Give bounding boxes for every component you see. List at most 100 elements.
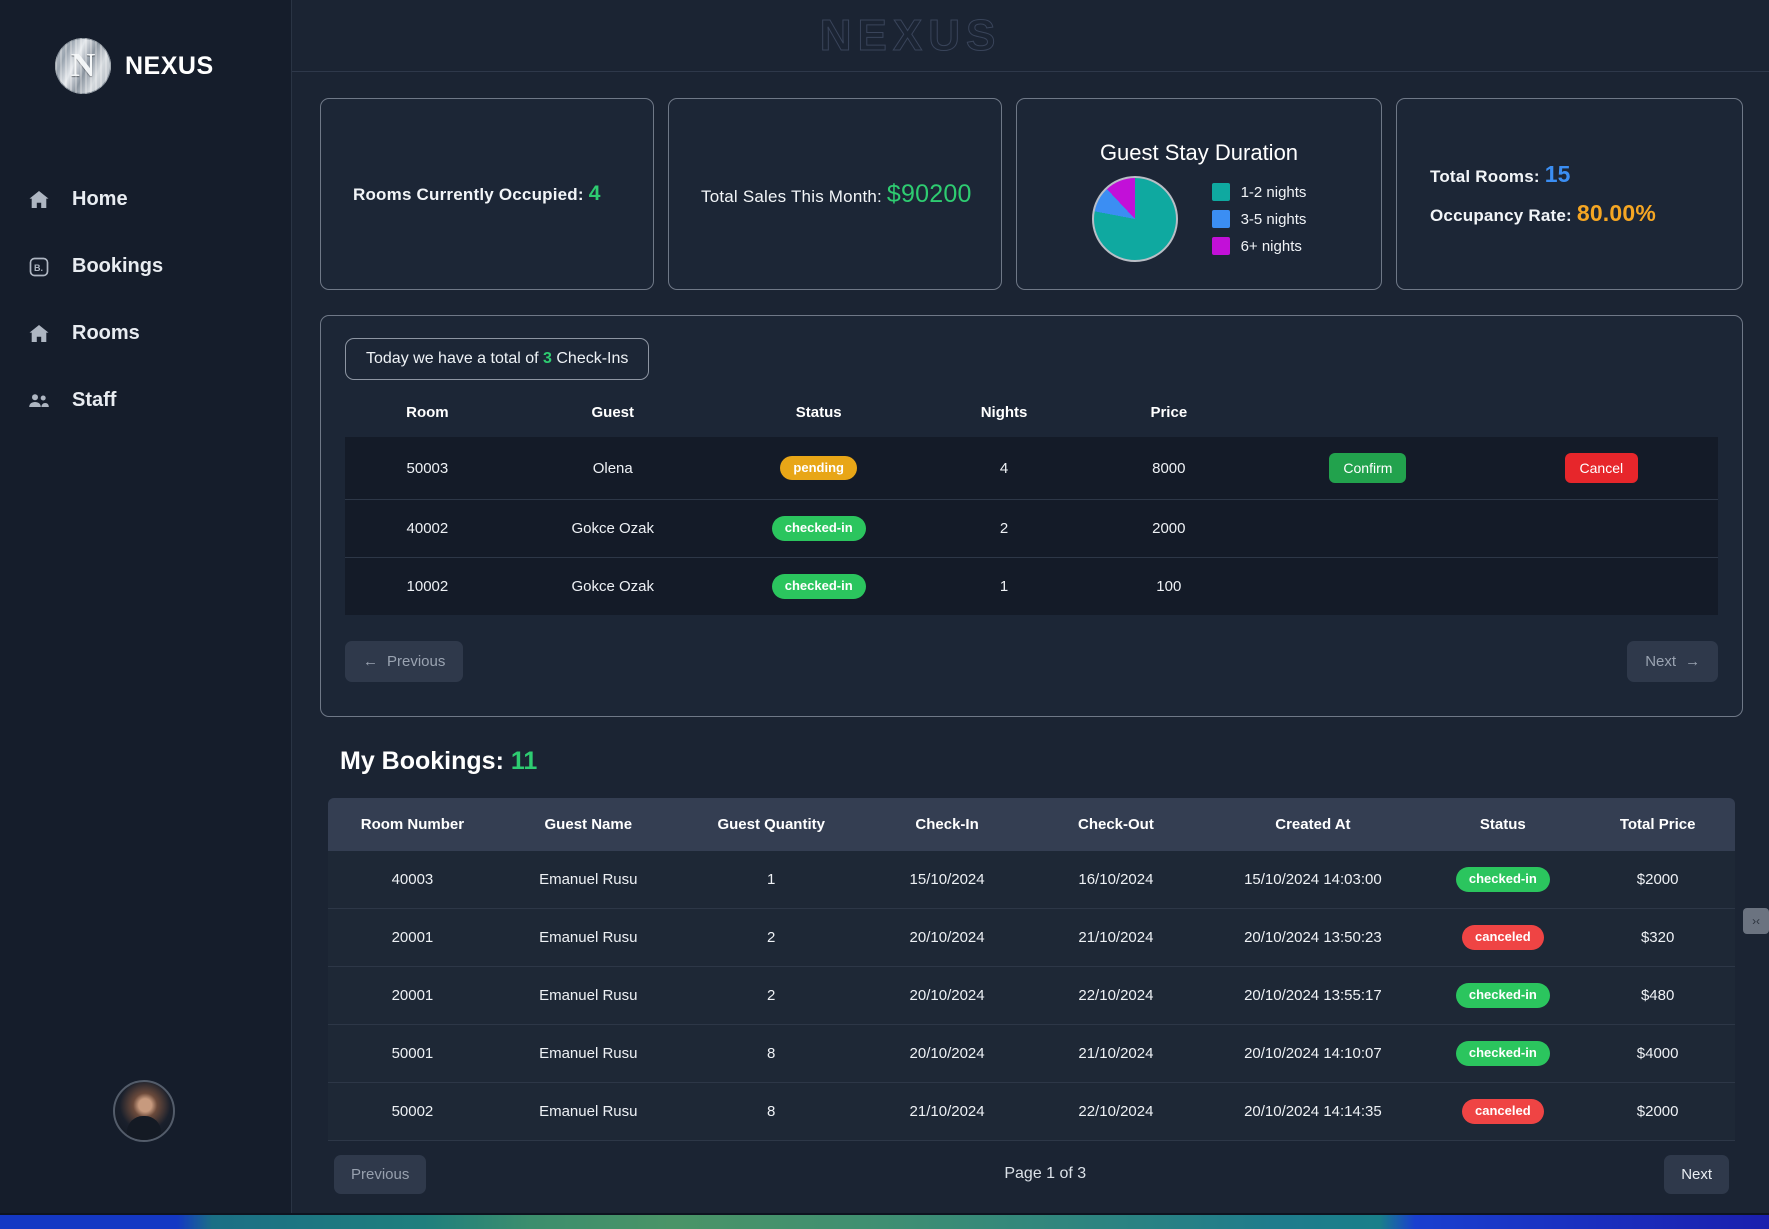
brand[interactable]: NEXUS (0, 0, 291, 94)
checkins-panel: Today we have a total of 3 Check-Ins Roo… (320, 315, 1744, 717)
cell-nights: 1 (921, 556, 1087, 615)
cell-created-at: 20/10/2024 13:50:23 (1200, 908, 1426, 967)
collapse-panel-icon[interactable]: ›‹ (1743, 908, 1769, 934)
legend-label: 3-5 nights (1240, 210, 1307, 228)
bookings-heading-count: 11 (510, 746, 538, 775)
sidebar-item-label: Staff (72, 389, 117, 411)
bookings-previous-button[interactable]: Previous (334, 1154, 427, 1194)
nexus-monogram-icon (55, 38, 111, 94)
cell-status: checked-in (715, 499, 922, 558)
cell-total-price: $2000 (1580, 1082, 1736, 1141)
cell-status: checked-in (1425, 850, 1581, 909)
cell-price: 8000 (1086, 437, 1252, 500)
table-row: 10002 Gokce Ozak checked-in 1 100 (345, 556, 1719, 615)
cell-guest-name: Emanuel Rusu (496, 850, 680, 909)
cell-check-in: 20/10/2024 (862, 966, 1032, 1025)
table-row: 20001 Emanuel Rusu 2 20/10/2024 22/10/2024 20… (328, 966, 1736, 1025)
checkins-summary: Today we have a total of 3 Check-Ins (345, 338, 650, 380)
cell-room-number: 50001 (328, 1024, 497, 1083)
cell-room: 50003 (345, 437, 510, 500)
sidebar-item-bookings[interactable]: B. Bookings (0, 233, 291, 300)
bookings-table-wrap: Room Number Guest Name Guest Quantity Ch… (320, 797, 1743, 1194)
cell-room-number: 50002 (328, 1082, 497, 1141)
cell-guest-name: Emanuel Rusu (496, 908, 680, 967)
table-header-row: Room Guest Status Nights Price (345, 394, 1718, 437)
card-total-rooms: Total Rooms: 15 Occupancy Rate: 80.00% (1396, 98, 1744, 290)
cell-check-in: 21/10/2024 (862, 1082, 1032, 1141)
column-header-created-at: Created At (1200, 797, 1426, 851)
cell-created-at: 20/10/2024 14:14:35 (1200, 1082, 1426, 1141)
bookings-heading: My Bookings: 11 (320, 747, 1743, 776)
checkins-next-button[interactable]: Next → (1627, 640, 1719, 682)
cell-check-out: 21/10/2024 (1031, 908, 1201, 967)
cell-total-price: $480 (1580, 966, 1736, 1025)
column-header-check-out: Check-Out (1031, 797, 1201, 851)
cell-guest: Gokce Ozak (509, 556, 716, 615)
checkins-table: Room Guest Status Nights Price 50003 Olen… (345, 394, 1719, 615)
table-row: 50002 Emanuel Rusu 8 21/10/2024 22/10/2024 20… (328, 1082, 1736, 1141)
cell-room-number: 20001 (328, 908, 497, 967)
column-header-status: Status (1425, 797, 1581, 851)
cell-confirm: Confirm (1251, 437, 1485, 500)
checkins-table-body: 50003 Olena pending 4 8000 Confirm Cancel 40002… (345, 437, 1719, 615)
sidebar-item-staff[interactable]: Staff (0, 367, 291, 434)
legend-label: 6+ nights (1240, 237, 1302, 255)
cancel-button[interactable]: Cancel (1564, 453, 1639, 483)
checkins-summary-prefix: Today we have a total of (366, 350, 539, 367)
legend-swatch-icon (1211, 183, 1230, 201)
total-rooms-stat: Total Rooms: 15 (1430, 161, 1656, 188)
cell-guest-quantity: 1 (679, 850, 863, 909)
cell-nights: 2 (921, 499, 1087, 558)
table-row: 50003 Olena pending 4 8000 Confirm Cancel (345, 437, 1719, 500)
cell-guest-name: Emanuel Rusu (496, 1082, 680, 1141)
checkins-previous-button[interactable]: ← Previous (345, 640, 464, 682)
cell-confirm (1251, 499, 1485, 558)
cell-room-number: 20001 (328, 966, 497, 1025)
cell-created-at: 15/10/2024 14:03:00 (1200, 850, 1426, 909)
bookings-table-body: 40003 Emanuel Rusu 1 15/10/2024 16/10/2024 15… (328, 850, 1736, 1141)
pie-chart-title: Guest Stay Duration (1099, 140, 1299, 165)
column-header-confirm (1251, 394, 1484, 437)
cell-guest: Gokce Ozak (509, 499, 716, 558)
legend-swatch-icon (1211, 210, 1230, 228)
column-header-room-number: Room Number (328, 797, 497, 851)
arrow-right-icon: → (1685, 652, 1701, 670)
column-header-cancel (1485, 394, 1718, 437)
cell-guest: Olena (509, 437, 716, 500)
checkins-next-label: Next (1645, 652, 1677, 670)
sidebar-item-rooms[interactable]: Rooms (0, 300, 291, 367)
people-icon (26, 388, 52, 414)
checkins-previous-label: Previous (387, 652, 446, 670)
cell-confirm (1251, 556, 1485, 615)
column-header-status: Status (795, 404, 842, 421)
status-badge: canceled (1462, 1098, 1544, 1124)
sidebar-item-home[interactable]: Home (0, 166, 291, 233)
table-header-row: Room Number Guest Name Guest Quantity Ch… (328, 797, 1736, 851)
cell-check-in: 20/10/2024 (862, 908, 1032, 967)
column-header-guest-quantity: Guest Quantity (679, 797, 863, 851)
column-header-guest-name: Guest Name (496, 797, 680, 851)
sidebar: NEXUS Home B. Bookings (0, 0, 292, 1229)
cell-check-in: 20/10/2024 (862, 1024, 1032, 1083)
cell-check-out: 21/10/2024 (1031, 1024, 1201, 1083)
cell-total-price: $320 (1580, 908, 1736, 967)
total-sales-label: Total Sales This Month: (701, 186, 882, 206)
checkins-summary-count: 3 (543, 350, 552, 367)
cell-check-out: 22/10/2024 (1031, 1082, 1201, 1141)
cell-cancel (1484, 499, 1719, 558)
confirm-button[interactable]: Confirm (1329, 453, 1407, 483)
cell-guest-quantity: 8 (679, 1082, 863, 1141)
cell-nights: 4 (921, 437, 1087, 500)
cell-created-at: 20/10/2024 14:10:07 (1200, 1024, 1426, 1083)
cell-check-out: 16/10/2024 (1031, 850, 1201, 909)
brand-name: NEXUS (125, 51, 214, 80)
avatar[interactable] (113, 1080, 175, 1142)
occupancy-rate-label: Occupancy Rate: (1430, 206, 1572, 225)
occupancy-rate-value: 80.00% (1576, 200, 1657, 226)
svg-text:B.: B. (34, 263, 43, 273)
cell-status: checked-in (715, 556, 922, 615)
legend-item: 3-5 nights (1211, 210, 1307, 228)
table-row: 50001 Emanuel Rusu 8 20/10/2024 21/10/2024 20… (328, 1024, 1736, 1083)
bookings-next-button[interactable]: Next (1664, 1154, 1730, 1194)
cell-cancel (1484, 556, 1719, 615)
